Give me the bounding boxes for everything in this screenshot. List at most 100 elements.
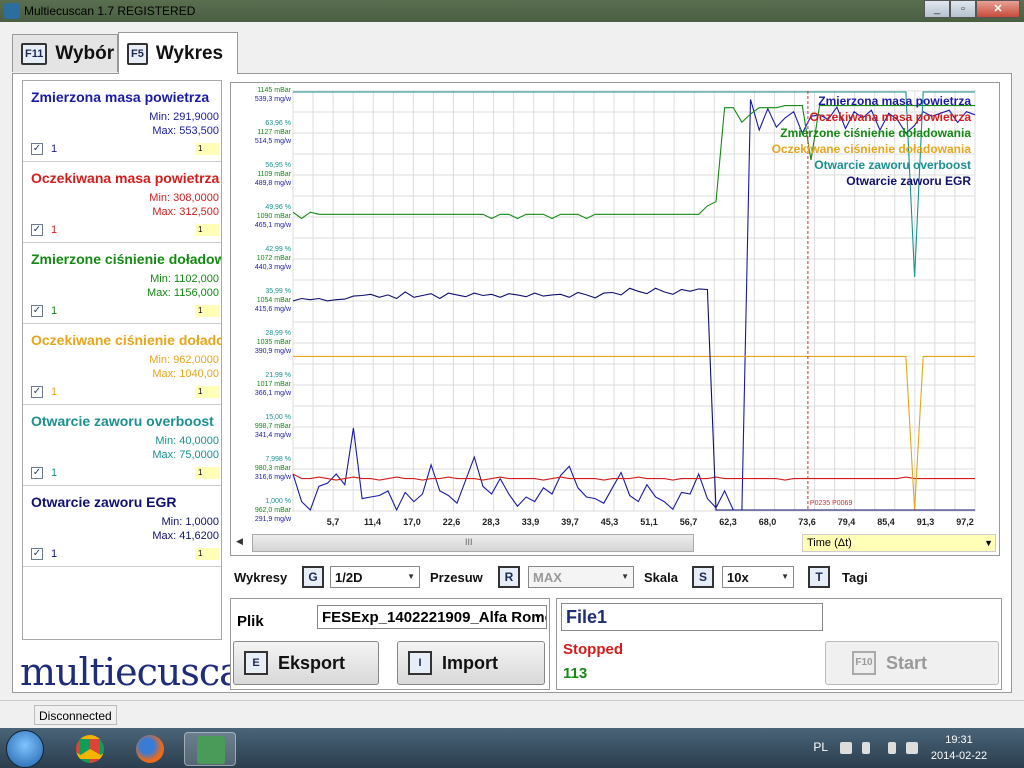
przesuw-key-button[interactable]: R: [498, 566, 520, 588]
time-axis-select[interactable]: Time (Δt) ▼: [802, 534, 996, 552]
sensor-checkbox[interactable]: ✓: [31, 386, 43, 398]
sensor-tag: 1: [195, 305, 219, 317]
chart-hscrollbar[interactable]: III: [252, 534, 694, 552]
sensor-max: Max: 1040,00: [152, 368, 219, 380]
y-tick-label-pct: 70,96 %: [265, 83, 291, 85]
sensor-max: Max: 553,500: [152, 125, 219, 137]
clock-date[interactable]: 2014-02-22: [924, 750, 994, 762]
y-tick-label-mgw: 390,9 mg/w: [255, 348, 292, 355]
file-select[interactable]: FESExp_1402221909_Alfa Romeo ▼: [317, 605, 547, 629]
file-select-value: FESExp_1402221909_Alfa Romeo: [322, 609, 547, 626]
y-tick-label-mbar: 1054 mBar: [257, 297, 292, 304]
skala-select[interactable]: 10x ▼: [722, 566, 794, 588]
przesuw-select-value: MAX: [533, 570, 562, 585]
przesuw-label: Przesuw: [430, 570, 483, 585]
taskbar-firefox[interactable]: [124, 732, 176, 766]
sensor-max: Max: 75,0000: [152, 449, 219, 461]
chevron-down-icon: ▼: [984, 538, 993, 548]
x-tick-label: 11,4: [364, 517, 381, 527]
import-key: I: [408, 651, 432, 675]
sensor-checkbox[interactable]: ✓: [31, 143, 43, 155]
chevron-down-icon: ▼: [534, 613, 542, 622]
x-tick-label: 79,4: [838, 517, 856, 527]
y-tick-label-mbar: 1072 mBar: [257, 255, 292, 262]
y-tick-label-mbar: 1127 mBar: [257, 129, 291, 136]
battery-icon[interactable]: [888, 742, 896, 754]
x-tick-label: 17,0: [403, 517, 421, 527]
language-indicator[interactable]: PL: [813, 740, 828, 754]
sensor-checkbox[interactable]: ✓: [31, 467, 43, 479]
sensor-item[interactable]: Otwarcie zaworu overboost Min: 40,0000 Max…: [23, 405, 221, 486]
wykresy-select-value: 1/2D: [335, 570, 363, 585]
export-button[interactable]: E Eksport: [233, 641, 379, 685]
sensor-number: 1: [51, 224, 58, 236]
y-tick-label-mbar: 1145 mBar: [257, 87, 291, 94]
x-tick-label: 68,0: [759, 517, 777, 527]
y-tick-label-mgw: 514,5 mg/w: [255, 138, 292, 145]
sensor-item[interactable]: Zmierzona masa powietrza Min: 291,9000 Max…: [23, 81, 221, 162]
sensor-item[interactable]: Otwarcie zaworu EGR Min: 1,0000 Max: 41,62…: [23, 486, 221, 567]
x-tick-label: 45,3: [601, 517, 619, 527]
taskbar-chrome[interactable]: [64, 732, 116, 766]
sensor-checkbox[interactable]: ✓: [31, 548, 43, 560]
y-tick-label-mbar: 1090 mBar: [257, 213, 292, 220]
export-label: Eksport: [278, 652, 346, 673]
signal-icon[interactable]: [906, 742, 918, 754]
y-tick-label-pct: 7,998 %: [265, 456, 291, 463]
arrow-up-icon[interactable]: [862, 742, 870, 754]
x-tick-label: 51,1: [640, 517, 658, 527]
y-tick-label-mgw: 489,8 mg/w: [255, 180, 292, 187]
tagi-label: Tagi: [842, 570, 868, 585]
chevron-down-icon: ▼: [621, 572, 629, 581]
export-key: E: [244, 651, 268, 675]
legend-entry: Zmierzona masa powietrza: [818, 94, 971, 108]
tab-wykres-label: Wykres: [155, 42, 224, 64]
sensor-name: Otwarcie zaworu EGR: [31, 494, 177, 510]
logo: multiecuscan: [20, 650, 265, 694]
chart-panel: 70,96 % 1145 mBar 539,3 mg/w 63,96 % 1127 mB…: [230, 82, 1000, 556]
scroll-left-arrow[interactable]: ◀: [236, 536, 243, 547]
file-name-field[interactable]: File1: [561, 603, 823, 631]
y-tick-label-mgw: 291,9 mg/w: [255, 516, 292, 523]
sensor-min: Min: 1,0000: [161, 516, 219, 528]
sensor-checkbox[interactable]: ✓: [31, 305, 43, 317]
maximize-button[interactable]: ▫: [950, 0, 976, 18]
sensor-name: Zmierzone ciśnienie doładowania: [31, 251, 221, 267]
status-bar: Disconnected: [0, 700, 1024, 728]
sensor-item[interactable]: Oczekiwane ciśnienie doładowania Min: 962…: [23, 324, 221, 405]
chevron-down-icon: ▼: [407, 572, 415, 581]
y-tick-label-mgw: 341,4 mg/w: [255, 432, 292, 439]
sensor-tag: 1: [195, 467, 219, 479]
taskbar-multiecuscan[interactable]: [184, 732, 236, 766]
sensor-tag: 1: [195, 143, 219, 155]
import-button[interactable]: I Import: [397, 641, 545, 685]
tagi-key-button[interactable]: T: [808, 566, 830, 588]
start-button[interactable]: F10 Start: [825, 641, 999, 685]
przesuw-select[interactable]: MAX ▼: [528, 566, 634, 588]
clock-time[interactable]: 19:31: [924, 734, 994, 746]
sensor-item[interactable]: Oczekiwana masa powietrza Min: 308,0000 Ma…: [23, 162, 221, 243]
tab-wykres[interactable]: F5 Wykres: [118, 32, 238, 74]
sensor-item[interactable]: Zmierzone ciśnienie doładowania Min: 1102…: [23, 243, 221, 324]
y-tick-label-mbar: 980,3 mBar: [255, 465, 292, 472]
tab-wybor[interactable]: F11 Wybór: [12, 34, 118, 72]
sensor-min: Min: 40,0000: [155, 435, 219, 447]
y-tick-label-mgw: 415,6 mg/w: [255, 306, 292, 313]
minimize-button[interactable]: _: [924, 0, 950, 18]
wykresy-select[interactable]: 1/2D ▼: [330, 566, 420, 588]
sensor-tag: 1: [195, 386, 219, 398]
sensor-checkbox[interactable]: ✓: [31, 224, 43, 236]
wykresy-key-button[interactable]: G: [302, 566, 324, 588]
skala-key-button[interactable]: S: [692, 566, 714, 588]
y-tick-label-pct: 15,00 %: [265, 414, 291, 421]
y-tick-label-pct: 56,95 %: [265, 162, 291, 169]
multiecuscan-icon: [197, 736, 225, 764]
window-controls: _ ▫ ✕: [924, 0, 1020, 18]
keyboard-icon[interactable]: [840, 742, 852, 754]
x-tick-label: 91,3: [917, 517, 935, 527]
start-menu-button[interactable]: [6, 730, 44, 768]
skala-select-value: 10x: [727, 570, 749, 585]
y-tick-label-mbar: 1017 mBar: [257, 381, 292, 388]
close-button[interactable]: ✕: [976, 0, 1020, 18]
x-tick-label: 39,7: [561, 517, 579, 527]
